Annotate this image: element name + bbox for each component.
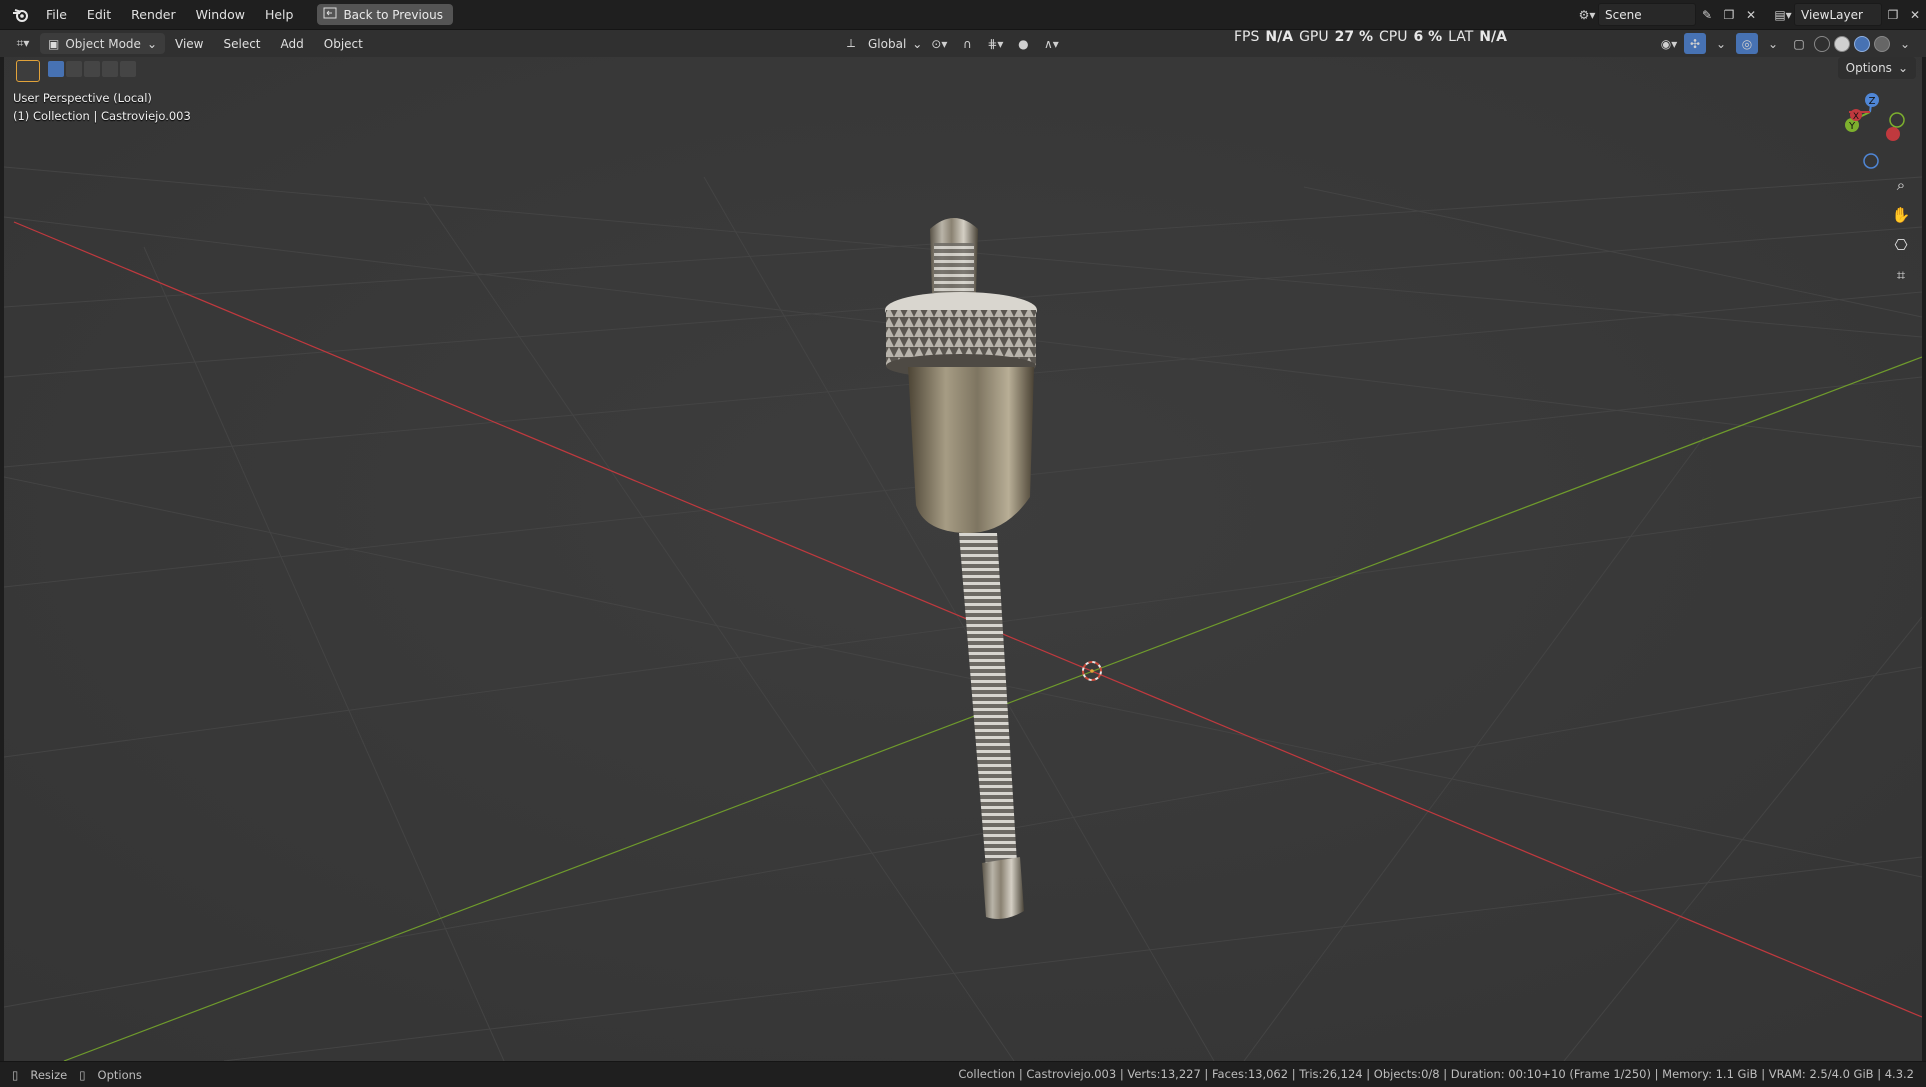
perspective-label: User Perspective (Local) [13,91,152,105]
gpu-value: 27 % [1334,29,1373,45]
blender-logo-icon[interactable] [6,0,36,29]
menu-window[interactable]: Window [186,0,255,29]
zoom-icon[interactable]: ⌕ [1888,172,1914,198]
scene-name: Scene [1605,7,1642,22]
options-hint: Options [97,1067,142,1082]
snap-icon[interactable]: ∩ [956,33,978,54]
select-invert-icon[interactable] [102,61,118,77]
lat-value: N/A [1479,29,1507,45]
selection-mode-buttons [48,61,136,77]
viewport-shading-controls: ◉▾ ✣ ⌄ ◎ ⌄ ▢ ⌄ [1658,30,1916,57]
new-scene-icon[interactable]: ❐ [1718,4,1740,25]
visibility-icon[interactable]: ◉▾ [1658,33,1680,54]
object-mode-label: Object Mode [65,36,141,51]
select-box-tool-icon[interactable] [16,60,40,82]
camera-view-icon[interactable]: ⎔ [1888,232,1914,258]
editor-type-icon[interactable]: ⌗▾ [12,33,34,54]
select-extend-icon[interactable] [66,61,82,77]
gizmo-dropdown-icon[interactable]: ⌄ [1710,33,1732,54]
gizmo-z-label: Z [1869,96,1876,107]
lat-label: LAT [1448,29,1474,45]
options-label: Options [1845,61,1892,75]
rendered-shading-icon[interactable] [1874,35,1890,52]
delete-view-layer-icon[interactable]: ✕ [1904,4,1926,25]
menu-render[interactable]: Render [121,0,186,29]
status-hints: ▯ Resize ▯ Options [12,1068,142,1082]
shading-dropdown-icon[interactable]: ⌄ [1894,33,1916,54]
transform-orientation-label[interactable]: Global [868,37,906,51]
select-new-icon[interactable] [48,61,64,77]
resize-hint: Resize [30,1067,68,1082]
pan-hand-icon[interactable]: ✋ [1888,202,1914,228]
mouse-left-icon: ▯ [12,1067,19,1082]
gizmo-x-label: X [1853,112,1859,122]
pivot-point-icon[interactable]: ⊙▾ [928,33,950,54]
proportional-editing-icon[interactable]: ● [1012,33,1034,54]
cpu-label: CPU [1379,29,1408,45]
mouse-right-icon: ▯ [79,1067,86,1082]
viewport-info-overlay: User Perspective (Local) (1) Collection … [13,89,191,125]
overlays-toggle-icon[interactable]: ◎ [1736,33,1758,54]
chevron-down-icon: ⌄ [146,36,157,51]
menu-file[interactable]: File [36,0,77,29]
xray-icon[interactable]: ▢ [1788,33,1810,54]
performance-stats: FPS N/A GPU 27 % CPU 6 % LAT N/A [1234,26,1507,48]
menu-edit[interactable]: Edit [77,0,121,29]
back-icon [323,7,337,22]
collection-label: (1) Collection | Castroviejo.003 [13,109,191,123]
tool-settings-row [0,57,1926,83]
solid-shading-icon[interactable] [1834,35,1850,52]
cpu-value: 6 % [1413,29,1443,45]
view-layer-selector-icon[interactable]: ▤▾ [1772,4,1794,25]
view-layer-name: ViewLayer [1801,7,1863,22]
wireframe-shading-icon[interactable] [1814,35,1830,52]
transform-orientation-icon[interactable]: ⟂ [840,33,862,54]
3d-viewport[interactable]: Z Y X [4,57,1922,1061]
gpu-label: GPU [1299,29,1329,45]
object-mode-dropdown[interactable]: ▣ Object Mode ⌄ [40,33,165,54]
new-view-layer-icon[interactable]: ❐ [1882,4,1904,25]
menu-view[interactable]: View [165,37,213,51]
scene-statistics: Collection | Castroviejo.003 | Verts:13,… [958,1067,1914,1081]
back-to-previous-button[interactable]: Back to Previous [317,4,453,25]
chevron-down-icon: ⌄ [912,36,923,51]
scene-selector-icon[interactable]: ⚙▾ [1576,4,1598,25]
menu-select[interactable]: Select [213,37,270,51]
gizmo-y-label: Y [1848,121,1856,132]
blender-window: File Edit Render Window Help Back to Pre… [0,0,1926,1087]
menu-help[interactable]: Help [255,0,304,29]
viewport-scene: Z Y X [4,57,1922,1061]
view-layer-field[interactable]: ViewLayer [1794,3,1882,26]
material-preview-shading-icon[interactable] [1854,35,1870,52]
menu-object[interactable]: Object [314,37,373,51]
fps-value: N/A [1265,29,1294,45]
gizmo-toggle-icon[interactable]: ✣ [1684,33,1706,54]
overlays-dropdown-icon[interactable]: ⌄ [1762,33,1784,54]
falloff-icon[interactable]: ∧▾ [1040,33,1062,54]
perspective-toggle-icon[interactable]: ⌗ [1888,262,1914,288]
object-mode-icon: ▣ [48,36,60,51]
pin-icon[interactable]: ✎ [1696,4,1718,25]
select-intersect-icon[interactable] [120,61,136,77]
fps-label: FPS [1234,29,1260,45]
back-to-previous-label: Back to Previous [343,7,443,22]
snap-target-icon[interactable]: ⋕▾ [984,33,1006,54]
delete-scene-icon[interactable]: ✕ [1740,4,1762,25]
topbar-right: ⚙▾ Scene ✎ ❐ ✕ ▤▾ ViewLayer ❐ ✕ [1576,0,1926,29]
menu-add[interactable]: Add [271,37,314,51]
chevron-down-icon: ⌄ [1897,61,1908,75]
scene-field[interactable]: Scene [1598,3,1696,26]
select-subtract-icon[interactable] [84,61,100,77]
top-menubar: File Edit Render Window Help Back to Pre… [0,0,1926,30]
options-dropdown[interactable]: Options ⌄ [1837,57,1916,79]
transform-tools: ⟂ Global ⌄ ⊙▾ ∩ ⋕▾ ● ∧▾ [840,30,1062,57]
status-bar: ▯ Resize ▯ Options Collection | Castrovi… [0,1061,1926,1087]
